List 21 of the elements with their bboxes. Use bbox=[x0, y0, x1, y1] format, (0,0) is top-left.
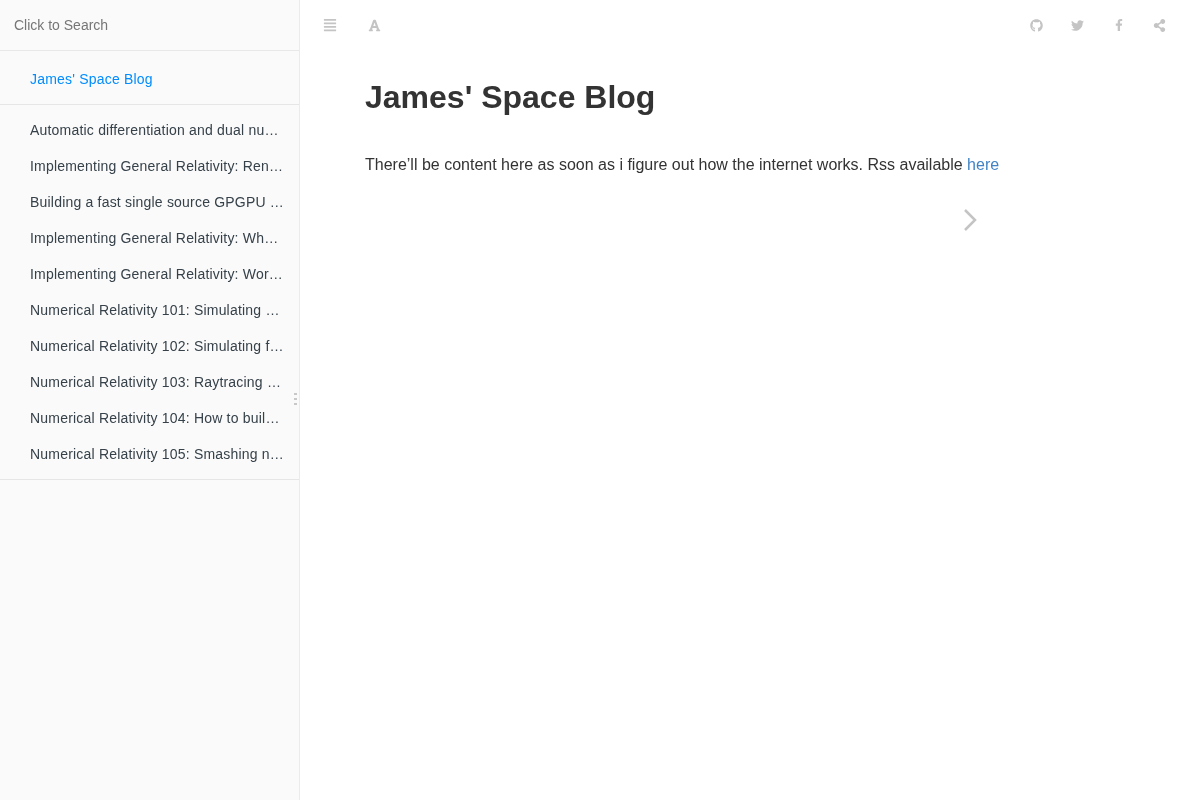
search-field[interactable]: Click to Search bbox=[0, 0, 299, 50]
sidebar-item[interactable]: Numerical Relativity 103: Raytracing … bbox=[0, 364, 299, 400]
resize-handle-icon[interactable] bbox=[294, 393, 297, 405]
menu-icon[interactable] bbox=[323, 18, 337, 32]
sidebar-item[interactable]: Automatic differentiation and dual nu… bbox=[0, 112, 299, 148]
sidebar-item[interactable]: Numerical Relativity 104: How to buil… bbox=[0, 400, 299, 436]
share-icon[interactable] bbox=[1153, 18, 1166, 32]
sidebar-item[interactable]: Numerical Relativity 105: Smashing n… bbox=[0, 436, 299, 472]
sidebar-item[interactable]: Numerical Relativity 102: Simulating f… bbox=[0, 328, 299, 364]
sidebar-item[interactable]: Building a fast single source GPGPU … bbox=[0, 184, 299, 220]
font-settings-icon[interactable] bbox=[367, 18, 381, 32]
sidebar-item[interactable]: Implementing General Relativity: Wor… bbox=[0, 256, 299, 292]
sidebar-item[interactable]: Implementing General Relativity: Wh… bbox=[0, 220, 299, 256]
bird-icon[interactable] bbox=[1071, 18, 1084, 32]
next-page-chevron-icon[interactable] bbox=[963, 208, 977, 232]
page-title: James' Space Blog bbox=[365, 78, 657, 116]
sidebar-item[interactable]: Implementing General Relativity: Ren… bbox=[0, 148, 299, 184]
rss-link[interactable]: here bbox=[967, 156, 1000, 173]
sidebar-item[interactable]: Numerical Relativity 101: Simulating … bbox=[0, 292, 299, 328]
paragraph: There’ll be content here as soon as i figure out how the internet works. Rss available here bbox=[365, 155, 1001, 175]
github-icon[interactable] bbox=[1030, 18, 1043, 32]
